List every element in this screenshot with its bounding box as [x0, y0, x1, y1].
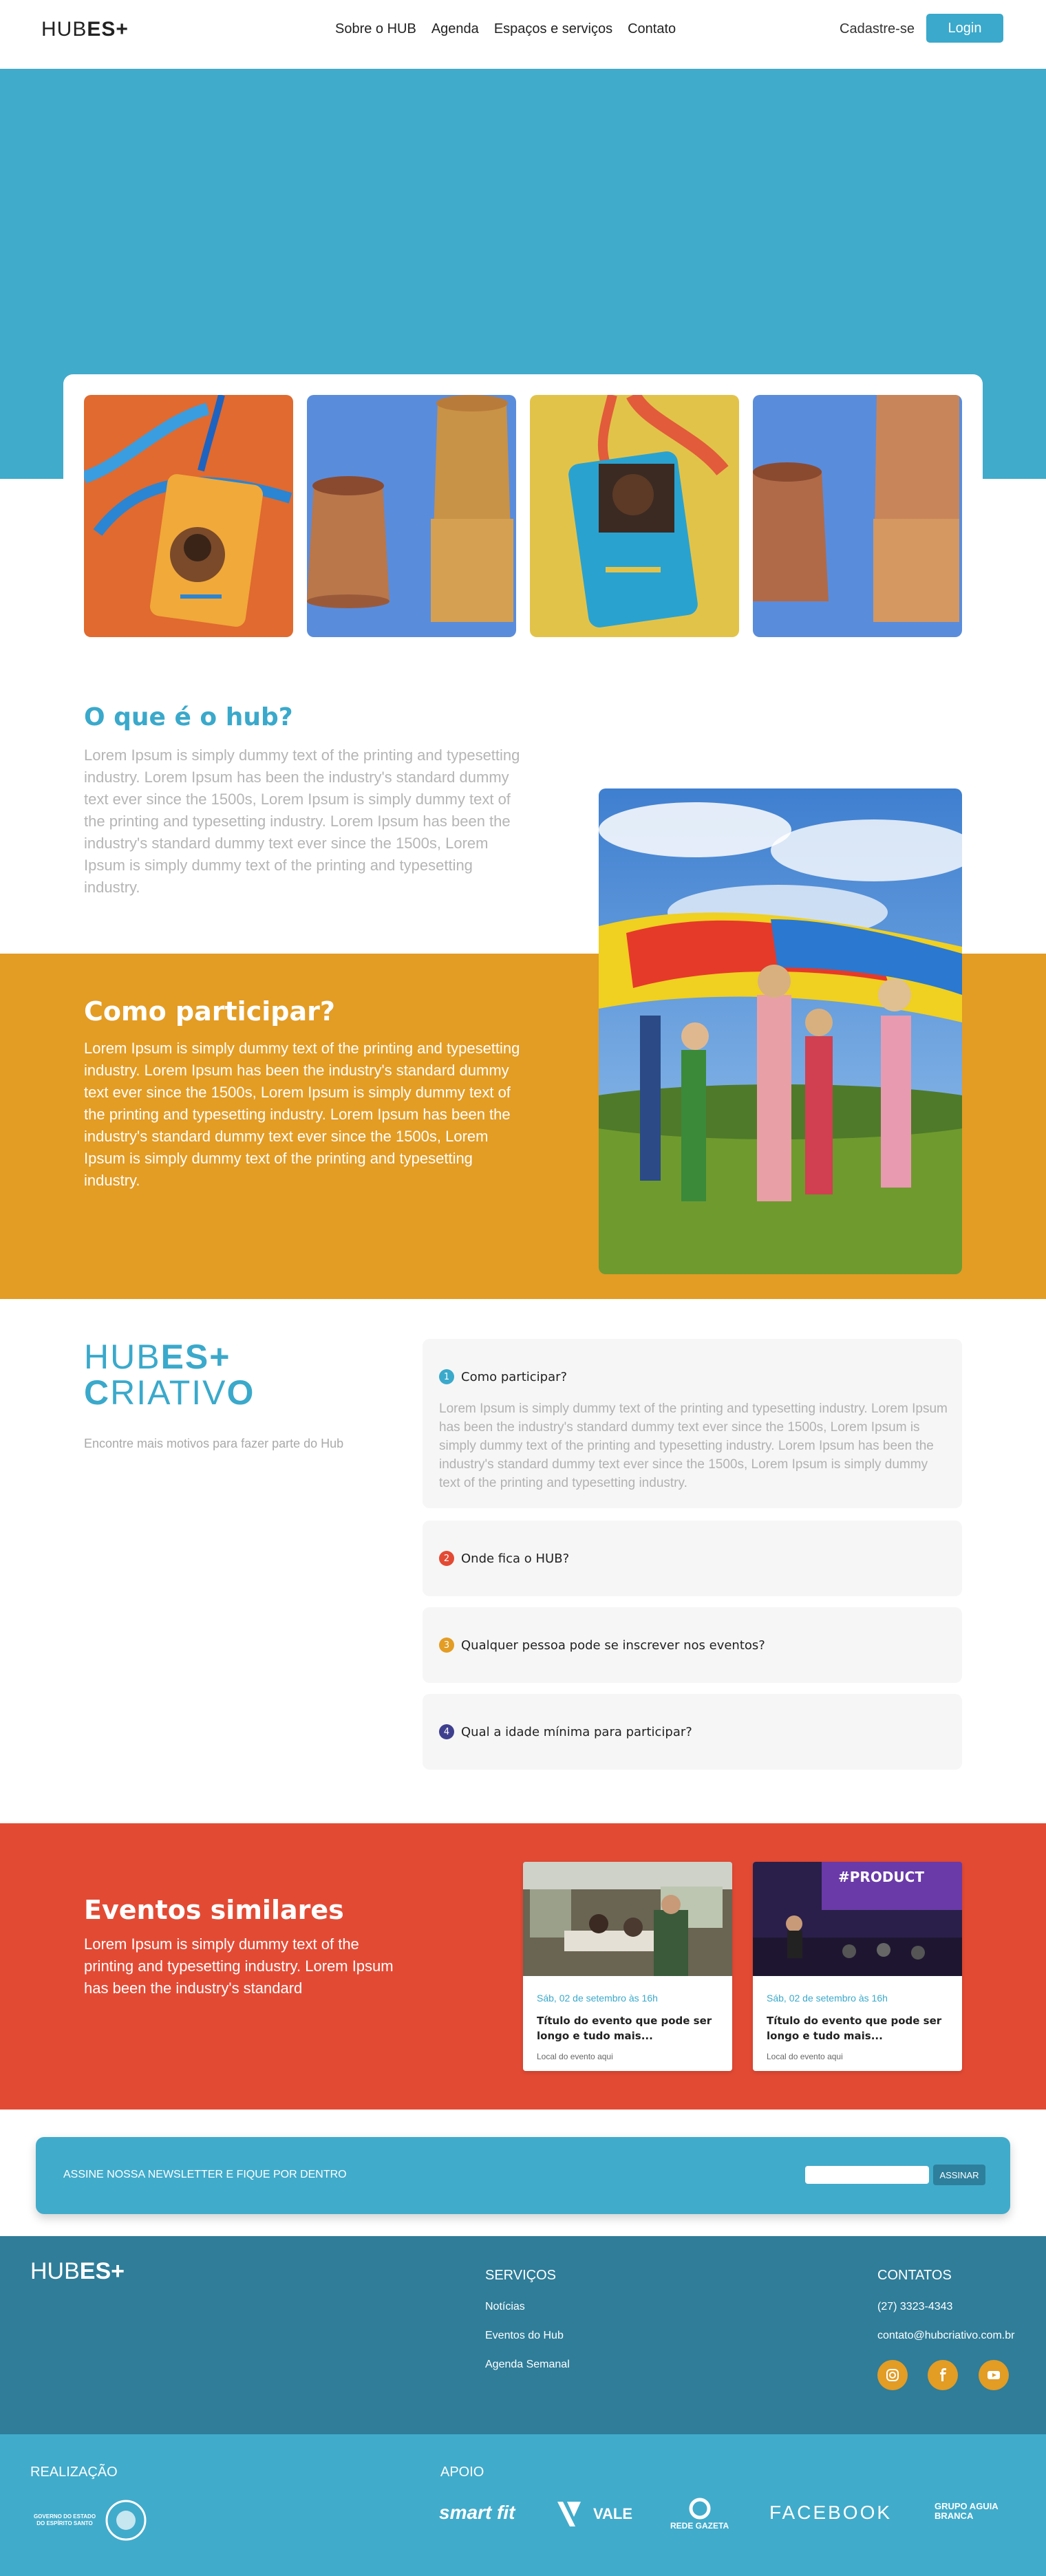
- faq-number-badge: 1: [439, 1369, 454, 1384]
- event-image-conference: #PRODUCT: [753, 1862, 962, 1976]
- event-title[interactable]: Título do evento que pode ser longo e tu…: [767, 2013, 952, 2043]
- coat-of-arms-icon: [105, 2500, 147, 2541]
- faq-question-text: Qual a idade mínima para participar?: [461, 1724, 692, 1739]
- footer-email[interactable]: contato@hubcriativo.com.br: [877, 2330, 1014, 2342]
- governo-es-logo: GOVERNO DO ESTADO DO ESPÍRITO SANTO: [30, 2498, 149, 2543]
- aguia-branca-logo[interactable]: GRUPO AGUIA BRANCA: [935, 2502, 1017, 2521]
- newsletter-email-input[interactable]: [805, 2166, 929, 2184]
- event-card-1[interactable]: Sáb, 02 de setembro às 16h Título do eve…: [523, 1862, 732, 2071]
- nav-link-espacos[interactable]: Espaços e serviços: [494, 21, 612, 37]
- event-image-restaurant: [523, 1862, 732, 1976]
- footer-contacts-title: CONTATOS: [877, 2268, 952, 2283]
- newsletter-bar: ASSINE NOSSA NEWSLETTER E FIQUE POR DENT…: [36, 2137, 1010, 2214]
- gallery-image-cups-2[interactable]: [753, 395, 962, 637]
- nav-link-sobre[interactable]: Sobre o HUB: [335, 21, 416, 37]
- gallery-image-cups[interactable]: [307, 395, 516, 637]
- faq-item-1[interactable]: 1 Como participar? Lorem Ipsum is simply…: [423, 1339, 962, 1508]
- event-location: Local do evento aqui: [767, 2052, 843, 2061]
- faq-question[interactable]: 2 Onde fica o HUB?: [439, 1551, 569, 1566]
- youtube-icon[interactable]: [979, 2360, 1009, 2390]
- apoio-title: APOIO: [440, 2465, 484, 2480]
- facebook-logo[interactable]: FACEBOOK: [769, 2502, 892, 2524]
- footer-link-noticias[interactable]: Notícias: [485, 2301, 525, 2313]
- events-title: Eventos similares: [84, 1895, 344, 1925]
- gallery-image-badge-orange[interactable]: [84, 395, 293, 637]
- rede-gazeta-logo[interactable]: REDE GAZETA: [670, 2498, 729, 2531]
- faq-question[interactable]: 4 Qual a idade mínima para participar?: [439, 1724, 692, 1739]
- nav-links: Sobre o HUB Agenda Espaços e serviços Co…: [335, 21, 676, 37]
- footer-logo[interactable]: HUBES+: [30, 2258, 125, 2285]
- faq-question-text: Como participar?: [461, 1369, 568, 1384]
- event-date: Sáb, 02 de setembro às 16h: [537, 1993, 658, 2004]
- hub-criativo-logo: HUBES+ CRIATIVO: [84, 1338, 255, 1412]
- participate-text: Lorem Ipsum is simply dummy text of the …: [84, 1040, 520, 1189]
- participate-title: Como participar?: [84, 996, 335, 1027]
- event-card-2[interactable]: #PRODUCT Sáb, 02 de setembro às 16h Títu…: [753, 1862, 962, 2071]
- faq-number-badge: 3: [439, 1638, 454, 1653]
- facebook-icon[interactable]: [928, 2360, 958, 2390]
- smartfit-logo[interactable]: smart fit: [439, 2502, 515, 2524]
- realizacao-title: REALIZAÇÃO: [30, 2465, 118, 2480]
- signup-link[interactable]: Cadastre-se: [840, 21, 915, 37]
- instagram-icon[interactable]: [877, 2360, 908, 2390]
- footer-phone[interactable]: (27) 3323-4343: [877, 2301, 952, 2313]
- top-navbar: HUBES+ Sobre o HUB Agenda Espaços e serv…: [0, 0, 1046, 69]
- faq-number-badge: 2: [439, 1551, 454, 1566]
- vale-mark-icon: [557, 2502, 581, 2526]
- faq-item-2[interactable]: 2 Onde fica o HUB?: [423, 1521, 962, 1596]
- event-date: Sáb, 02 de setembro às 16h: [767, 1993, 888, 2004]
- events-text: Lorem Ipsum is simply dummy text of the …: [84, 1935, 394, 1997]
- about-text: Lorem Ipsum is simply dummy text of the …: [84, 747, 520, 896]
- event-title[interactable]: Título do evento que pode ser longo e tu…: [537, 2013, 723, 2043]
- vale-logo[interactable]: VALE: [557, 2502, 632, 2526]
- faq-question[interactable]: 3 Qualquer pessoa pode se inscrever nos …: [439, 1638, 765, 1653]
- newsletter-text: ASSINE NOSSA NEWSLETTER E FIQUE POR DENT…: [63, 2169, 347, 2180]
- faq-answer: Lorem Ipsum is simply dummy text of the …: [439, 1402, 948, 1490]
- footer-services-title: SERVIÇOS: [485, 2268, 556, 2283]
- criativo-subtitle: Encontre mais motivos para fazer parte d…: [84, 1437, 344, 1450]
- hub-logo[interactable]: HUBES+: [41, 18, 129, 41]
- footer-link-agenda[interactable]: Agenda Semanal: [485, 2359, 570, 2371]
- nav-link-agenda[interactable]: Agenda: [431, 21, 479, 37]
- gallery-card: [63, 374, 983, 651]
- kids-playing-image: [599, 788, 962, 1274]
- about-title: O que é o hub?: [84, 703, 293, 731]
- event-location: Local do evento aqui: [537, 2052, 613, 2061]
- faq-question-text: Qualquer pessoa pode se inscrever nos ev…: [461, 1638, 765, 1653]
- faq-number-badge: 4: [439, 1724, 454, 1739]
- faq-item-3[interactable]: 3 Qualquer pessoa pode se inscrever nos …: [423, 1607, 962, 1683]
- gallery-image-badge-yellow[interactable]: [530, 395, 739, 637]
- faq-question-text: Onde fica o HUB?: [461, 1551, 570, 1566]
- faq-item-4[interactable]: 4 Qual a idade mínima para participar?: [423, 1694, 962, 1770]
- nav-link-contato[interactable]: Contato: [628, 21, 676, 37]
- faq-question[interactable]: 1 Como participar?: [439, 1369, 567, 1384]
- footer-link-eventos[interactable]: Eventos do Hub: [485, 2330, 564, 2342]
- event-banner-text: #PRODUCT: [838, 1869, 924, 1885]
- newsletter-subscribe-button[interactable]: ASSINAR: [933, 2165, 985, 2185]
- gazeta-mark-icon: [689, 2498, 711, 2520]
- login-button[interactable]: Login: [926, 14, 1003, 43]
